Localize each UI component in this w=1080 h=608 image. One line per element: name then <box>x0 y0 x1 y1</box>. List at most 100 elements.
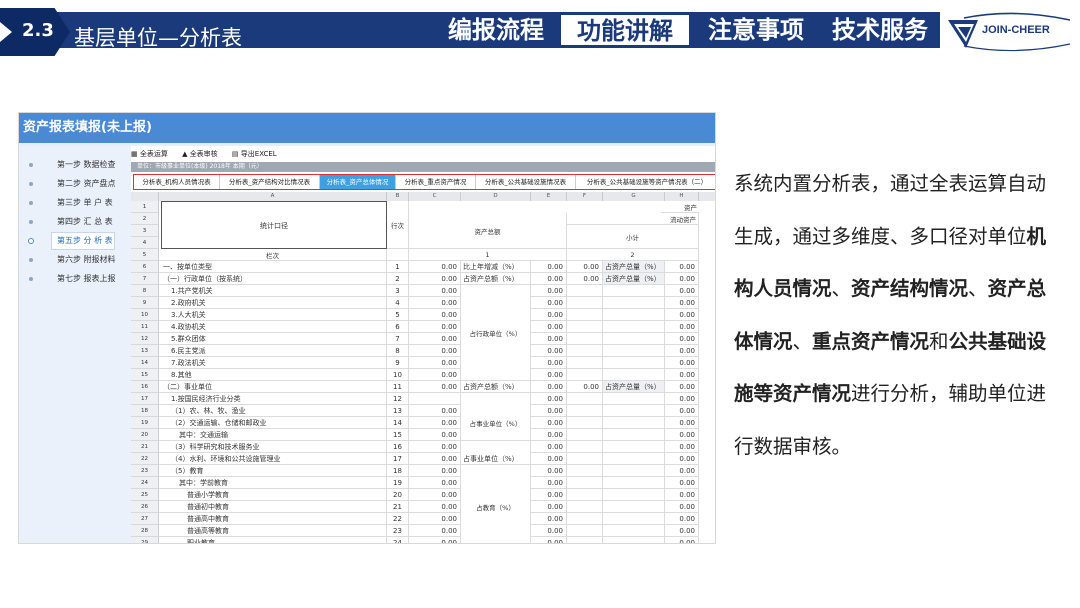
total-assets-cell: 0.00 <box>409 285 461 297</box>
export-excel-label: 导出EXCEL <box>240 150 277 158</box>
share-label-cell: 占资产总量（%） <box>603 381 665 393</box>
row-number: 28 <box>131 525 159 537</box>
total-assets-cell: 0.00 <box>409 345 461 357</box>
share-label-cell <box>603 297 665 309</box>
share-label-cell <box>603 537 665 543</box>
total-assets-cell: 0.00 <box>409 441 461 453</box>
current-assets-cell <box>567 453 603 465</box>
row-number: 15 <box>131 369 159 381</box>
total-assets-header: 资产总额 <box>409 213 567 249</box>
total-assets-cell: 0.00 <box>409 381 461 393</box>
sidebar-step-6[interactable]: 第六步 附报材料 <box>19 251 131 269</box>
share-value-cell: 0.00 <box>665 453 699 465</box>
line-number-cell: 13 <box>387 405 409 417</box>
line-number-cell: 22 <box>387 513 409 525</box>
row-label: 其中：学前教育 <box>159 477 387 489</box>
line-number-cell: 23 <box>387 525 409 537</box>
total-assets-cell: 0.00 <box>409 513 461 525</box>
total-assets-cell: 0.00 <box>409 273 461 285</box>
ratio-label-cell <box>461 393 531 405</box>
nav-tab-features[interactable]: 功能讲解 <box>560 14 690 46</box>
tab-asset-structure[interactable]: 分析表_资产结构对比情况表 <box>220 175 320 189</box>
share-value-cell: 0.00 <box>665 297 699 309</box>
current-assets-cell <box>567 525 603 537</box>
row-label: 1.共产党机关 <box>159 285 387 297</box>
row-number: 13 <box>131 345 159 357</box>
line-number-cell: 17 <box>387 453 409 465</box>
line-number-cell: 11 <box>387 381 409 393</box>
total-assets-cell: 0.00 <box>409 477 461 489</box>
line-number-cell: 12 <box>387 393 409 405</box>
ratio-label-cell: 占资产总额（%） <box>461 273 531 285</box>
ratio-value-cell: 0.00 <box>531 465 567 477</box>
sidebar-step-2[interactable]: 第二步 资产盘点 <box>19 175 131 193</box>
ratio-value-cell: 0.00 <box>531 345 567 357</box>
nav-tab-process[interactable]: 编报流程 <box>440 14 552 46</box>
section-number: 2.3 <box>22 20 54 41</box>
row-label: 职业教育 <box>159 537 387 543</box>
audit-all-label: 全表审核 <box>189 150 218 158</box>
current-assets-cell <box>567 345 603 357</box>
share-value-cell: 0.00 <box>665 393 699 405</box>
share-value-cell: 0.00 <box>665 381 699 393</box>
step-label: 第四步 汇 总 表 <box>57 217 113 226</box>
step-dot-icon <box>28 238 34 244</box>
row-label: 一、按单位类型 <box>159 261 387 273</box>
sidebar-step-4[interactable]: 第四步 汇 总 表 <box>19 213 131 231</box>
tab-infrastructure[interactable]: 分析表_公共基础设施情况表 <box>476 175 576 189</box>
stat-caliber-header: 统计口径 <box>161 201 387 249</box>
ratio-value-cell: 0.00 <box>531 297 567 309</box>
nav-tab-support[interactable]: 技术服务 <box>822 14 938 46</box>
sidebar-step-7[interactable]: 第七步 报表上报 <box>19 270 131 288</box>
share-label-cell <box>603 393 665 405</box>
sidebar-step-3[interactable]: 第三步 单 户 表 <box>19 194 131 212</box>
current-assets-cell <box>567 501 603 513</box>
share-label-cell: 占资产总量（%） <box>603 273 665 285</box>
tab-infrastructure-2[interactable]: 分析表_公共基础设施等资产情况表（二） <box>576 175 715 189</box>
tab-staff-analysis[interactable]: 分析表_机构人员情况表 <box>134 175 220 189</box>
row-number: 27 <box>131 513 159 525</box>
ratio-value-cell: 0.00 <box>531 309 567 321</box>
body-text: 和 <box>929 329 949 353</box>
row-number: 19 <box>131 417 159 429</box>
sidebar-step-5[interactable]: 第五步 分 析 表 <box>19 232 131 250</box>
export-excel-button[interactable]: ▤ 导出EXCEL <box>232 150 283 158</box>
calc-all-label: 全表运算 <box>139 150 168 158</box>
row-number: 16 <box>131 381 159 393</box>
column-header: B <box>387 192 409 201</box>
sidebar-step-1[interactable]: 第一步 数据检查 <box>19 156 131 174</box>
calc-all-button[interactable]: ▦ 全表运算 <box>131 150 174 158</box>
nav-tab-notes[interactable]: 注意事项 <box>698 14 814 46</box>
column-header: A <box>159 192 387 201</box>
share-value-cell: 0.00 <box>665 333 699 345</box>
line-number-cell: 7 <box>387 333 409 345</box>
share-label-cell <box>603 489 665 501</box>
column-index-label: 栏次 <box>159 249 387 261</box>
current-assets-cell <box>567 369 603 381</box>
tab-asset-overview[interactable]: 分析表_资产总体情况 <box>320 175 396 189</box>
row-label: （2）交通运输、仓储和邮政业 <box>159 417 387 429</box>
total-assets-cell: 0.00 <box>409 537 461 543</box>
ratio-value-cell: 0.00 <box>531 513 567 525</box>
ratio-value-cell: 0.00 <box>531 525 567 537</box>
share-label-cell: 占资产总量（%） <box>603 261 665 273</box>
ratio-value-cell: 0.00 <box>531 501 567 513</box>
feature-description: 系统内置分析表，通过全表运算自动生成，通过多维度、多口径对单位机构人员情况、资产… <box>734 158 1064 473</box>
share-label-cell <box>603 357 665 369</box>
ratio-value-cell: 0.00 <box>531 285 567 297</box>
share-value-cell: 0.00 <box>665 525 699 537</box>
share-value-cell: 0.00 <box>665 489 699 501</box>
tab-key-assets[interactable]: 分析表_重点资产情况 <box>396 175 476 189</box>
header-banner: 2.3 基层单位—分析表 编报流程 功能讲解 注意事项 技术服务 JOIN-CH… <box>0 8 1080 56</box>
line-number-cell: 24 <box>387 537 409 543</box>
ratio-label-cell: 比上年增减（%） <box>461 261 531 273</box>
line-number-cell: 15 <box>387 429 409 441</box>
merged-ratio-label: 占教育（%） <box>461 465 531 543</box>
audit-all-button[interactable]: ▲ 全表审核 <box>182 150 224 158</box>
total-assets-cell: 0.00 <box>409 309 461 321</box>
line-number-cell: 8 <box>387 345 409 357</box>
total-assets-cell: 0.00 <box>409 321 461 333</box>
total-assets-cell: 0.00 <box>409 501 461 513</box>
share-value-cell: 0.00 <box>665 417 699 429</box>
asset-report-window: 资产报表填报(未上报) 第一步 数据检查 第二步 资产盘点 第三步 单 户 表 … <box>18 112 716 544</box>
